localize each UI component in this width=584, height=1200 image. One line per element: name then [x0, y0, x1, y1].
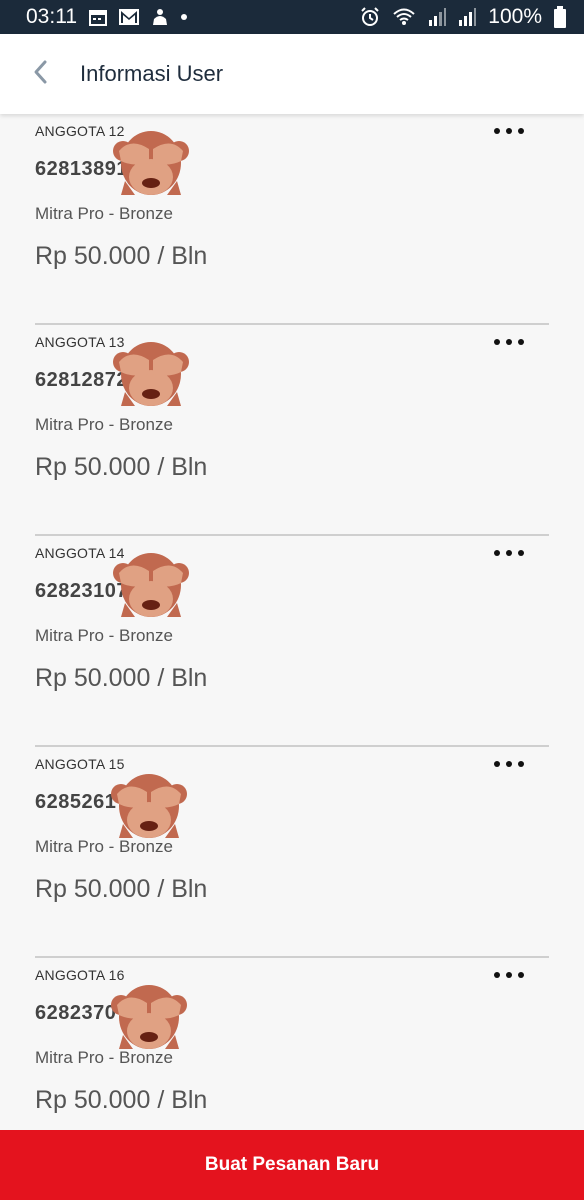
back-button[interactable] — [0, 34, 80, 114]
gmail-icon — [119, 9, 139, 25]
list-item: ANGGOTA 13 62812872 Mitra Pro - Bronze R… — [35, 325, 549, 536]
member-plan: Mitra Pro - Bronze — [35, 204, 173, 223]
more-options-icon[interactable] — [494, 757, 524, 771]
more-options-icon[interactable] — [494, 335, 524, 349]
more-options-icon[interactable] — [494, 124, 524, 138]
alarm-icon — [360, 7, 380, 27]
list-item: ANGGOTA 16 6282370 Mitra Pro - Bronze Rp… — [35, 958, 549, 1130]
more-options-icon[interactable] — [494, 968, 524, 982]
create-order-button[interactable]: Buat Pesanan Baru — [0, 1130, 584, 1200]
see-no-evil-monkey-icon — [113, 553, 189, 617]
member-phone: 6282370 — [35, 1002, 117, 1024]
member-list[interactable]: ANGGOTA 12 62813891 Mitra Pro - Bronze R… — [0, 114, 584, 1130]
list-item: ANGGOTA 15 6285261 Mitra Pro - Bronze Rp… — [35, 747, 549, 958]
notification-icon — [151, 7, 169, 27]
see-no-evil-monkey-icon — [111, 774, 187, 838]
wifi-icon — [392, 7, 416, 27]
calendar-icon — [89, 8, 107, 26]
dot-icon — [181, 14, 187, 20]
status-bar: 03:11 100% — [0, 0, 584, 34]
member-price: Rp 50.000 / Bln — [35, 664, 208, 692]
see-no-evil-monkey-icon — [111, 985, 187, 1049]
member-plan: Mitra Pro - Bronze — [35, 415, 173, 434]
member-price: Rp 50.000 / Bln — [35, 242, 208, 270]
signal-icon — [458, 8, 477, 26]
see-no-evil-monkey-icon — [113, 342, 189, 406]
battery-text: 100% — [488, 5, 542, 28]
more-options-icon[interactable] — [494, 546, 524, 560]
battery-icon — [554, 6, 566, 28]
member-price: Rp 50.000 / Bln — [35, 875, 208, 903]
list-item: ANGGOTA 14 62823107 Mitra Pro - Bronze R… — [35, 536, 549, 747]
see-no-evil-monkey-icon — [113, 131, 189, 195]
clock: 03:11 — [26, 5, 77, 28]
app-bar: Informasi User — [0, 34, 584, 114]
member-phone: 6285261 — [35, 791, 117, 813]
member-plan: Mitra Pro - Bronze — [35, 626, 173, 645]
page-title: Informasi User — [80, 61, 224, 86]
member-price: Rp 50.000 / Bln — [35, 1086, 208, 1114]
list-item: ANGGOTA 12 62813891 Mitra Pro - Bronze R… — [35, 114, 549, 325]
signal-icon — [428, 8, 447, 26]
chevron-left-icon — [32, 59, 48, 89]
member-price: Rp 50.000 / Bln — [35, 453, 208, 481]
